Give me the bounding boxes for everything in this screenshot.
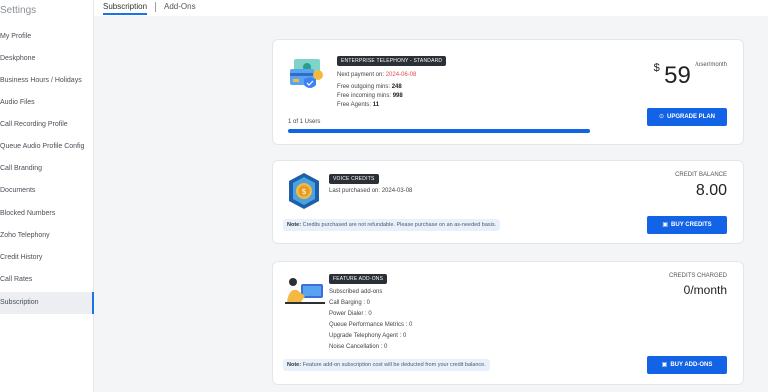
upgrade-icon: ⊙ bbox=[658, 114, 664, 120]
addons-note: Note: Feature add-on subscription cost w… bbox=[283, 359, 490, 371]
addon-item: Call Barging : 0 bbox=[329, 300, 371, 306]
wallet-card-icon bbox=[290, 59, 323, 88]
subscribed-addons-label: Subscribed add-ons bbox=[329, 289, 383, 295]
upgrade-plan-button[interactable]: ⊙ UPGRADE PLAN bbox=[647, 108, 727, 126]
sidebar-item-zoho-telephony[interactable]: Zoho Telephony bbox=[0, 225, 94, 247]
users-count: 1 of 1 Users bbox=[288, 119, 321, 125]
sidebar-item-my-profile[interactable]: My Profile bbox=[0, 26, 94, 48]
credits-note-prefix: Note: bbox=[287, 222, 302, 228]
cart-icon: ▣ bbox=[662, 222, 669, 228]
next-payment-date: 2024-06-08 bbox=[385, 72, 417, 78]
feature-addons-badge: FEATURE ADD-ONS bbox=[329, 274, 388, 284]
plan-badge: ENTERPRISE TELEPHONY - STANDARD bbox=[337, 56, 447, 66]
free-incoming-value: 998 bbox=[392, 93, 403, 99]
sidebar-item-deskphone[interactable]: Deskphone bbox=[0, 48, 94, 70]
next-payment-label: Next payment on: bbox=[337, 72, 385, 78]
sidebar-item-documents[interactable]: Documents bbox=[0, 180, 94, 202]
buy-credits-button[interactable]: ▣ BUY CREDITS bbox=[647, 216, 727, 234]
sidebar-title: Settings bbox=[0, 5, 37, 16]
credit-balance-label: CREDIT BALANCE bbox=[675, 172, 727, 178]
settings-sidebar: Settings My Profile Deskphone Business H… bbox=[0, 0, 94, 392]
addon-item: Queue Performance Metrics : 0 bbox=[329, 322, 413, 328]
plan-card: ENTERPRISE TELEPHONY - STANDARD Next pay… bbox=[272, 39, 744, 145]
voice-credits-card: $ VOICE CREDITS Last purchased on: 2024-… bbox=[272, 160, 744, 244]
credits-charged-value: 0/month bbox=[683, 283, 727, 297]
tab-subscription[interactable]: Subscription bbox=[103, 2, 148, 15]
sidebar-item-business-hours[interactable]: Business Hours / Holidays bbox=[0, 70, 94, 92]
addon-item: Upgrade Telephony Agent : 0 bbox=[329, 333, 407, 339]
free-incoming-label: Free incoming mins: bbox=[337, 93, 392, 99]
credit-coin-icon: $ bbox=[289, 173, 319, 209]
sidebar-item-call-rates[interactable]: Call Rates bbox=[0, 269, 94, 291]
buy-add-ons-label: BUY ADD-ONS bbox=[670, 362, 713, 368]
users-progress-track bbox=[288, 129, 590, 133]
cart-icon: ▣ bbox=[661, 362, 668, 368]
feature-addons-illustration bbox=[285, 278, 325, 304]
addon-item: Noise Cancellation : 0 bbox=[329, 344, 388, 350]
credit-balance-value: 8.00 bbox=[695, 182, 727, 199]
free-outgoing-mins: Free outgoing mins: 248 bbox=[337, 84, 402, 90]
feature-addons-card: FEATURE ADD-ONS Subscribed add-ons Call … bbox=[272, 261, 744, 385]
svg-text:$: $ bbox=[301, 187, 306, 196]
free-agents-label: Free Agents: bbox=[337, 102, 372, 108]
voice-credits-badge: VOICE CREDITS bbox=[329, 174, 379, 184]
credits-charged-label: CREDITS CHARGED bbox=[668, 273, 727, 279]
free-incoming-mins: Free incoming mins: 998 bbox=[337, 93, 403, 99]
sidebar-item-call-recording-profile[interactable]: Call Recording Profile bbox=[0, 114, 94, 136]
sidebar-item-blocked-numbers[interactable]: Blocked Numbers bbox=[0, 203, 94, 225]
plan-price: $ 59 /user/month bbox=[654, 62, 727, 90]
last-purchased: Last purchased on: 2024-03-08 bbox=[329, 188, 413, 194]
sidebar-item-audio-files[interactable]: Audio Files bbox=[0, 92, 94, 114]
price-currency: $ bbox=[653, 62, 660, 74]
sidebar-item-queue-audio-profile[interactable]: Queue Audio Profile Config bbox=[0, 136, 94, 158]
buy-credits-label: BUY CREDITS bbox=[671, 222, 712, 228]
tab-add-ons[interactable]: Add-Ons bbox=[164, 2, 196, 11]
sidebar-item-credit-history[interactable]: Credit History bbox=[0, 247, 94, 269]
free-outgoing-value: 248 bbox=[391, 84, 402, 90]
users-progress-fill bbox=[288, 129, 590, 133]
free-outgoing-label: Free outgoing mins: bbox=[337, 84, 391, 90]
addons-note-text: Feature add-on subscription cost will be… bbox=[302, 362, 486, 368]
sidebar-item-call-branding[interactable]: Call Branding bbox=[0, 158, 94, 180]
price-unit: /user/month bbox=[695, 62, 727, 68]
credits-note-text: Credits purchased are not refundable. Pl… bbox=[302, 222, 497, 228]
price-amount: 59 bbox=[664, 62, 691, 89]
top-tab-bar: Subscription Add-Ons bbox=[94, 0, 768, 16]
credits-note: Note: Credits purchased are not refundab… bbox=[283, 219, 501, 231]
sidebar-item-subscription[interactable]: Subscription bbox=[0, 292, 94, 314]
free-agents-value: 11 bbox=[372, 102, 380, 108]
addon-item: Power Dialer : 0 bbox=[329, 311, 372, 317]
tab-divider bbox=[155, 2, 156, 12]
addons-note-prefix: Note: bbox=[287, 362, 302, 368]
buy-add-ons-button[interactable]: ▣ BUY ADD-ONS bbox=[647, 356, 727, 374]
next-payment: Next payment on: 2024-06-08 bbox=[337, 72, 416, 78]
upgrade-plan-label: UPGRADE PLAN bbox=[667, 114, 716, 120]
free-agents: Free Agents: 11 bbox=[337, 102, 379, 108]
